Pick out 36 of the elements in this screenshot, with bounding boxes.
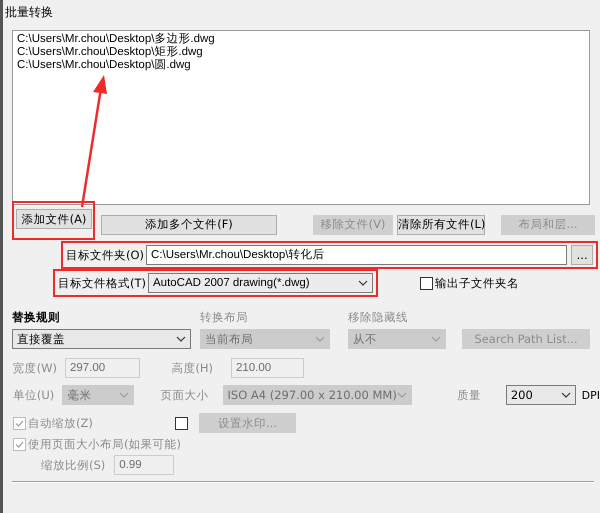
field-label: 目标文件夹(O) xyxy=(66,248,144,262)
checkbox-label: 自动缩放(Z) xyxy=(28,416,94,430)
button[interactable]: 清除所有文件(L) xyxy=(397,214,485,234)
file-list[interactable]: C:\Users\Mr.chou\Desktop\多边形.dwg C:\Users\Mr.chou\Desktop\矩形.dwg C:\Users\Mr.chou\Desktop\圆.dwg xyxy=(12,30,590,205)
chevron-icon xyxy=(176,336,186,342)
chevron-icon xyxy=(119,392,130,398)
button[interactable]: 添加多个文件(F) xyxy=(101,214,277,234)
field-label: 高度(H) xyxy=(170,360,213,376)
checkbox-label: 使用页面大小布局(如果可能) xyxy=(28,437,181,452)
input-field[interactable]: C:\Users\Mr.chou\Desktop\转化后 xyxy=(146,245,568,265)
field-label: 质量 xyxy=(456,388,481,402)
chevron-icon xyxy=(358,280,368,286)
group-label: 替换规则 xyxy=(12,310,61,324)
list-item[interactable]: C:\Users\Mr.chou\Desktop\多边形.dwg xyxy=(17,33,585,46)
chevron-icon xyxy=(431,336,441,342)
group-label: 移除隐藏线 xyxy=(348,310,409,324)
field-label: 单位(U) xyxy=(12,388,54,402)
list-item[interactable]: C:\Users\Mr.chou\Desktop\矩形.dwg xyxy=(17,46,585,59)
chevron-icon xyxy=(396,392,407,398)
browse-button[interactable]: ... xyxy=(571,245,593,265)
field-label: 目标文件格式(T) xyxy=(58,276,146,290)
chevron-icon xyxy=(560,392,571,398)
checkbox[interactable] xyxy=(420,276,433,290)
window-title: 批量转换 xyxy=(4,4,54,21)
dropdown[interactable]: AutoCAD 2007 drawing(*.dwg) xyxy=(148,273,373,293)
dropdown[interactable]: 200 xyxy=(506,385,576,405)
group-label: 转换布局 xyxy=(200,310,249,324)
field-label: 页面大小 xyxy=(160,388,208,402)
field-label: 宽度(W) xyxy=(12,360,57,376)
list-item[interactable]: C:\Users\Mr.chou\Desktop\圆.dwg xyxy=(17,59,585,72)
button[interactable]: 添加文件(A) xyxy=(16,209,92,229)
dropdown[interactable]: 直接覆盖 xyxy=(12,329,191,349)
unit-label: DPI xyxy=(582,388,600,402)
field-label: 缩放比例(S) xyxy=(41,458,106,472)
checkbox-label: 输出子文件夹名 xyxy=(435,276,519,290)
chevron-icon xyxy=(315,336,325,342)
